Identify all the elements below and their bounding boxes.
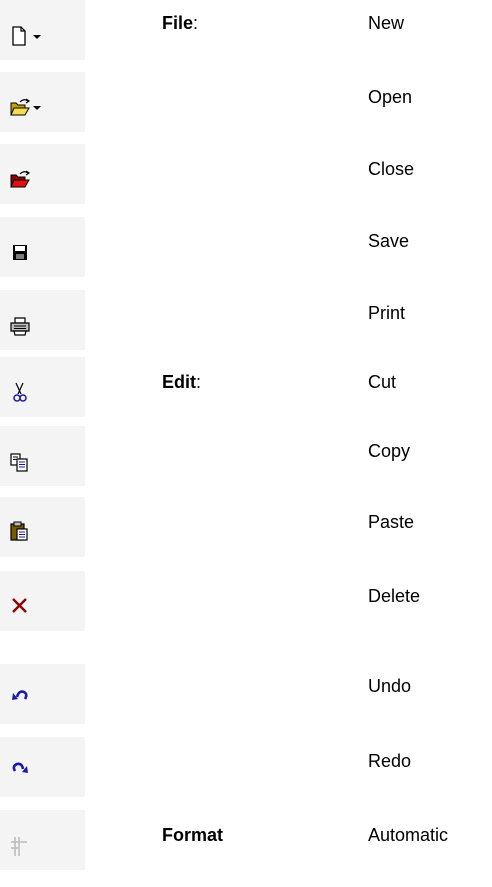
icon-cell: [0, 737, 85, 797]
command-label: Save: [368, 231, 410, 251]
command-label: Close: [368, 159, 415, 179]
command-label: Copy: [368, 441, 411, 461]
copy-icon[interactable]: [6, 450, 50, 478]
command-label: Redo: [368, 751, 412, 771]
command-label: Cut: [368, 372, 397, 392]
scissors-icon[interactable]: [6, 380, 50, 408]
save-disk-icon[interactable]: [6, 241, 50, 269]
toolbar-row-redo: Redo: [0, 737, 492, 797]
close-folder-icon[interactable]: [6, 166, 50, 194]
command-label: Automatic: [368, 825, 449, 845]
toolbar-row-print: Print: [0, 290, 492, 350]
new-document-dropdown-icon[interactable]: [6, 24, 50, 52]
command-label: Print: [368, 303, 406, 323]
icon-cell: [0, 357, 85, 417]
paste-clipboard-icon[interactable]: [6, 519, 50, 547]
icon-cell: [0, 144, 85, 204]
category-label: Edit:: [162, 372, 202, 392]
icon-cell: [0, 290, 85, 350]
icon-cell: [0, 664, 85, 724]
toolbar-row-close: Close: [0, 144, 492, 204]
toolbar-row-new: File: New: [0, 0, 492, 60]
command-label: Delete: [368, 586, 421, 606]
printer-icon[interactable]: [6, 314, 50, 342]
undo-arrow-icon[interactable]: [6, 682, 50, 710]
icon-cell: [0, 72, 85, 132]
icon-cell: [0, 0, 85, 60]
delete-x-icon[interactable]: [6, 593, 50, 621]
redo-arrow-icon[interactable]: [6, 755, 50, 783]
toolbar-row-open: Open: [0, 72, 492, 132]
category-label: File:: [162, 13, 199, 33]
category-label: Format: [162, 825, 224, 845]
icon-cell: [0, 810, 85, 870]
icon-cell: [0, 571, 85, 631]
toolbar-row-paste: Paste: [0, 497, 492, 557]
toolbar-row-undo: Undo: [0, 664, 492, 724]
icon-cell: [0, 426, 85, 486]
open-folder-dropdown-icon[interactable]: [6, 94, 50, 122]
command-label: New: [368, 13, 405, 33]
command-label: Open: [368, 87, 413, 107]
icon-cell: [0, 497, 85, 557]
command-label: Paste: [368, 512, 415, 532]
toolbar-row-copy: Copy: [0, 426, 492, 486]
toolbar-row-save: Save: [0, 217, 492, 277]
icon-cell: [0, 217, 85, 277]
toolbar-row-automatic: Format Automatic: [0, 810, 492, 870]
toolbar-row-delete: Delete: [0, 571, 492, 631]
toolbar-row-cut: Edit: Cut: [0, 357, 492, 417]
automatic-format-icon[interactable]: [6, 834, 50, 862]
command-label: Undo: [368, 676, 412, 696]
